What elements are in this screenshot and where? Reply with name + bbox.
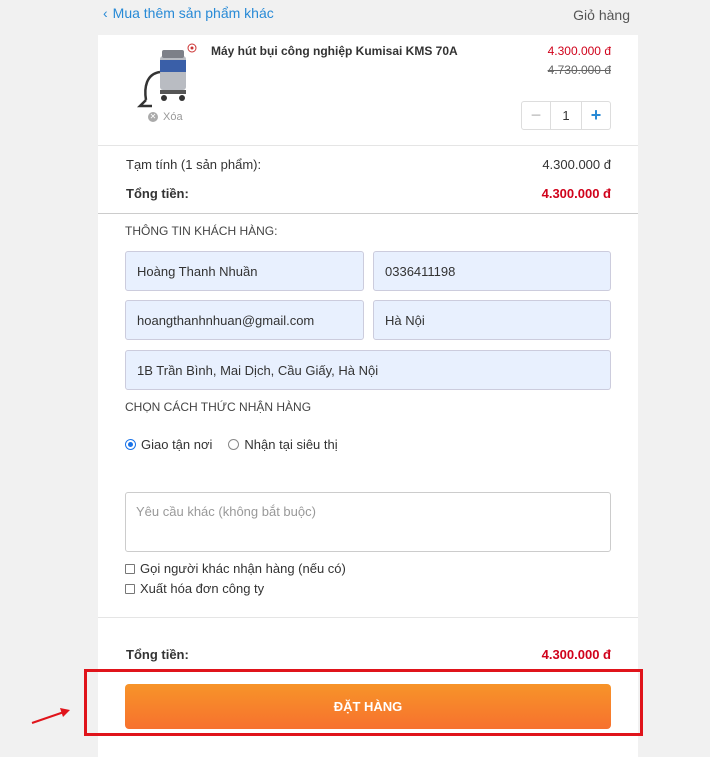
checkbox-icon: [125, 583, 135, 594]
cart-title: Giỏ hàng: [573, 7, 630, 23]
quantity-value[interactable]: 1: [551, 102, 581, 129]
city-field[interactable]: [373, 300, 611, 340]
vacuum-cleaner-icon[interactable]: [136, 42, 198, 112]
summary-total-value: 4.300.000 đ: [541, 647, 611, 662]
top-bar: ‹ Mua thêm sản phẩm khác Giỏ hàng: [0, 0, 710, 32]
decrease-quantity-button[interactable]: −: [522, 102, 551, 129]
name-field[interactable]: [125, 251, 364, 291]
cart-card: ✕ Xóa Máy hút bụi công nghiệp Kumisai KM…: [98, 35, 638, 757]
delivery-option-store[interactable]: Nhận tại siêu thị: [228, 437, 338, 452]
product-old-price: 4.730.000 đ: [547, 63, 611, 77]
delivery-option-store-label: Nhận tại siêu thị: [244, 437, 338, 452]
divider: [98, 617, 638, 618]
subtotal-label: Tạm tính (1 sản phẩm):: [126, 157, 262, 172]
product-name[interactable]: Máy hút bụi công nghiệp Kumisai KMS 70A: [211, 44, 458, 58]
subtotal-value: 4.300.000 đ: [542, 157, 611, 172]
product-price: 4.300.000 đ: [547, 44, 611, 58]
address-field[interactable]: [125, 350, 611, 390]
continue-shopping-label: Mua thêm sản phẩm khác: [112, 5, 274, 21]
increase-quantity-button[interactable]: +: [581, 102, 610, 129]
call-other-label: Gọi người khác nhận hàng (nếu có): [140, 561, 346, 576]
total-value: 4.300.000 đ: [541, 186, 611, 201]
customer-info-title: THÔNG TIN KHÁCH HÀNG:: [125, 224, 278, 238]
checkbox-icon: [125, 563, 135, 574]
email-field[interactable]: [125, 300, 364, 340]
chevron-left-icon: ‹: [103, 5, 108, 21]
divider: [98, 213, 638, 214]
delivery-method-title: CHỌN CÁCH THỨC NHẬN HÀNG: [125, 400, 312, 414]
other-request-field[interactable]: [125, 492, 611, 552]
summary-total-label: Tổng tiền:: [126, 647, 189, 662]
delivery-option-home[interactable]: Giao tận nơi: [125, 437, 212, 452]
call-other-checkbox[interactable]: Gọi người khác nhận hàng (nếu có): [125, 561, 346, 576]
divider: [98, 145, 638, 146]
arrow-icon: [31, 708, 70, 724]
company-invoice-checkbox[interactable]: Xuất hóa đơn công ty: [125, 581, 264, 596]
radio-selected-icon: [125, 439, 136, 450]
delivery-option-home-label: Giao tận nơi: [141, 437, 213, 452]
phone-field[interactable]: [373, 251, 611, 291]
remove-item-button[interactable]: ✕ Xóa: [148, 111, 183, 123]
highlight-box: [84, 669, 643, 736]
close-icon: ✕: [148, 112, 158, 122]
remove-label: Xóa: [163, 111, 183, 123]
total-label: Tổng tiền:: [126, 186, 189, 201]
continue-shopping-link[interactable]: ‹ Mua thêm sản phẩm khác: [103, 5, 274, 21]
company-invoice-label: Xuất hóa đơn công ty: [140, 581, 265, 596]
radio-unselected-icon: [228, 439, 240, 450]
delivery-options: Giao tận nơi Nhận tại siêu thị: [125, 437, 354, 452]
quantity-stepper: − 1 +: [521, 101, 611, 130]
